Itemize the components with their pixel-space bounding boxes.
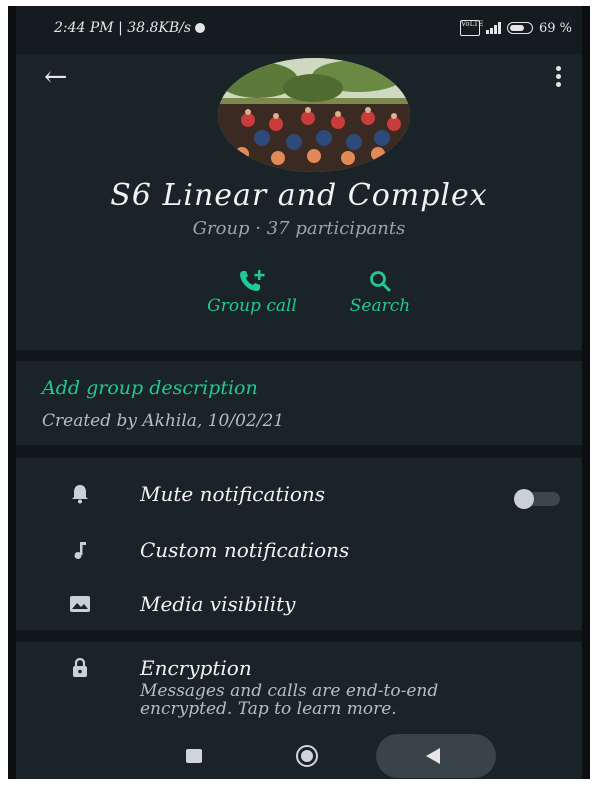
media-visibility-row[interactable]: Media visibility	[16, 578, 582, 632]
recents-button[interactable]	[186, 749, 202, 763]
screen: 2:44 PM | 38.8KB/s VoLTE 69 % ← S6 Linea…	[16, 6, 582, 779]
search-button[interactable]: Search	[330, 266, 430, 316]
encryption-row[interactable]: Encryption Messages and calls are end-to…	[16, 642, 582, 732]
status-time-speed: 2:44 PM | 38.8KB/s	[54, 20, 192, 36]
bell-icon	[68, 482, 92, 506]
toggle-knob	[514, 489, 534, 509]
back-arrow-icon[interactable]: ←	[44, 60, 67, 93]
mute-notifications-label: Mute notifications	[140, 482, 326, 506]
group-name: S6 Linear and Complex	[110, 178, 488, 213]
search-icon	[330, 266, 430, 296]
battery-percent: 69 %	[538, 20, 572, 36]
mute-notifications-toggle[interactable]	[514, 489, 560, 509]
status-left: 2:44 PM | 38.8KB/s	[54, 20, 206, 36]
home-button[interactable]	[296, 745, 318, 767]
description-section: Add group description Created by Akhila,…	[16, 361, 582, 445]
music-note-icon	[68, 538, 92, 562]
navigation-bar	[16, 732, 582, 779]
group-header: ← S6 Linear and Complex Group · 37 parti…	[16, 54, 582, 350]
status-bar: 2:44 PM | 38.8KB/s VoLTE 69 %	[16, 6, 582, 54]
encryption-description: Messages and calls are end-to-end encryp…	[140, 681, 439, 719]
add-group-description-link[interactable]: Add group description	[42, 377, 258, 399]
notification-settings: Mute notifications Custom notifications …	[16, 458, 582, 630]
mute-notifications-row[interactable]: Mute notifications	[16, 468, 582, 522]
encryption-title: Encryption	[140, 656, 252, 680]
custom-notifications-label: Custom notifications	[140, 538, 350, 562]
group-call-button[interactable]: Group call	[192, 266, 312, 316]
back-button[interactable]	[376, 734, 496, 778]
volte-icon: VoLTE	[459, 20, 483, 36]
search-label: Search	[349, 296, 411, 316]
section-divider	[16, 445, 582, 458]
section-divider	[16, 350, 582, 361]
image-icon	[68, 592, 92, 616]
created-by-text: Created by Akhila, 10/02/21	[42, 411, 285, 431]
status-right: VoLTE 69 %	[459, 20, 572, 36]
group-avatar[interactable]	[218, 58, 410, 172]
section-divider	[16, 630, 582, 642]
group-photo-image	[218, 58, 410, 172]
group-participants: Group · 37 participants	[192, 218, 406, 239]
phone-frame: 2:44 PM | 38.8KB/s VoLTE 69 % ← S6 Linea…	[8, 6, 590, 779]
more-options-icon[interactable]	[556, 66, 562, 87]
signal-icon	[485, 22, 501, 34]
group-call-label: Group call	[207, 296, 297, 316]
media-visibility-label: Media visibility	[140, 592, 296, 616]
whatsapp-notification-icon	[195, 23, 206, 33]
back-triangle-icon	[426, 748, 440, 764]
battery-icon	[506, 22, 533, 34]
custom-notifications-row[interactable]: Custom notifications	[16, 524, 582, 578]
add-call-icon	[192, 266, 312, 296]
lock-icon	[68, 656, 92, 680]
